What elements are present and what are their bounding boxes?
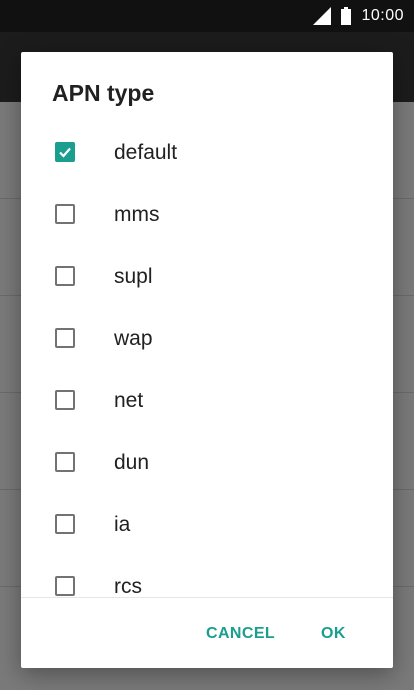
check-icon (59, 147, 71, 158)
checkbox[interactable] (55, 514, 75, 534)
option-label: dun (114, 451, 150, 474)
option-mms[interactable]: mms (21, 185, 393, 247)
option-default[interactable]: default (21, 123, 393, 185)
option-rcs[interactable]: rcs (21, 557, 393, 597)
ok-button[interactable]: OK (321, 614, 346, 654)
option-label: wap (114, 327, 153, 350)
option-supl[interactable]: supl (21, 247, 393, 309)
apn-type-dialog: APN type default mms supl wap net dun ia (21, 52, 393, 668)
option-label: net (114, 389, 144, 412)
option-label: mms (114, 203, 160, 226)
option-label: supl (114, 265, 153, 288)
checkbox[interactable] (55, 452, 75, 472)
option-label: default (114, 141, 178, 164)
dialog-title: APN type (52, 80, 155, 106)
button-divider (21, 597, 393, 598)
checkbox[interactable] (55, 576, 75, 596)
checkbox[interactable] (55, 390, 75, 410)
option-dun[interactable]: dun (21, 433, 393, 495)
cancel-button[interactable]: CANCEL (206, 614, 275, 654)
option-label: ia (114, 513, 131, 536)
option-list[interactable]: default mms supl wap net dun ia rcs (21, 123, 393, 597)
option-label: rcs (114, 575, 142, 597)
status-icons: 10:00 (313, 0, 404, 32)
option-net[interactable]: net (21, 371, 393, 433)
option-wap[interactable]: wap (21, 309, 393, 371)
checkbox[interactable] (55, 266, 75, 286)
battery-icon (341, 7, 352, 25)
status-time: 10:00 (361, 7, 404, 24)
option-ia[interactable]: ia (21, 495, 393, 557)
status-bar: 10:00 (0, 0, 414, 32)
checkbox[interactable] (55, 204, 75, 224)
signal-icon (313, 7, 332, 25)
checkbox[interactable] (55, 328, 75, 348)
checkbox-checked[interactable] (55, 142, 75, 162)
